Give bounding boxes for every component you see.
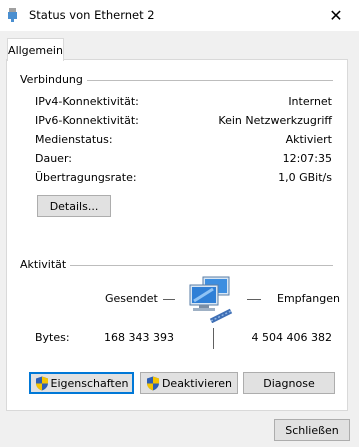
details-button[interactable]: Details...: [37, 195, 111, 217]
sent-label: Gesendet: [105, 292, 158, 305]
speed-value: 1,0 GBit/s: [278, 171, 332, 184]
bytes-label: Bytes:: [35, 331, 70, 344]
received-line: [247, 299, 261, 300]
ethernet-icon: [8, 8, 17, 22]
ipv4-label: IPv4-Konnektivität:: [35, 95, 139, 108]
media-status-label: Medienstatus:: [35, 133, 113, 146]
speed-label: Übertragungsrate:: [35, 171, 137, 184]
network-computers-icon: [189, 276, 233, 323]
duration-label: Dauer:: [35, 152, 72, 165]
group-label-connection: Verbindung: [20, 73, 87, 86]
bytes-separator: [213, 328, 214, 349]
close-window-button[interactable]: ✕: [313, 0, 359, 31]
disable-button-label: Deaktivieren: [161, 376, 233, 390]
uac-shield-icon: [35, 376, 48, 390]
ipv6-label: IPv6-Konnektivität:: [35, 114, 139, 127]
sent-line: [163, 299, 175, 300]
ipv6-value: Kein Netzwerkzugriff: [218, 114, 332, 127]
media-status-value: Aktiviert: [285, 133, 332, 146]
bytes-received-value: 4 504 406 382: [251, 331, 332, 344]
uac-shield-icon: [146, 376, 159, 390]
tab-panel: Verbindung IPv4-Konnektivität: Internet …: [6, 59, 348, 411]
properties-button-label: Eigenschaften: [50, 376, 129, 390]
disable-button[interactable]: Deaktivieren: [140, 372, 238, 394]
received-label: Empfangen: [277, 292, 340, 305]
duration-value: 12:07:35: [282, 152, 332, 165]
group-label-activity: Aktivität: [20, 258, 71, 271]
ipv4-value: Internet: [288, 95, 332, 108]
window-title: Status von Ethernet 2: [29, 8, 155, 22]
diagnose-button[interactable]: Diagnose: [243, 372, 335, 394]
close-button[interactable]: Schließen: [274, 419, 350, 441]
tab-allgemein[interactable]: Allgemein: [7, 38, 64, 61]
title-bar: Status von Ethernet 2 ✕: [0, 0, 359, 31]
properties-button[interactable]: Eigenschaften: [29, 372, 134, 394]
bytes-sent-value: 168 343 393: [104, 331, 174, 344]
